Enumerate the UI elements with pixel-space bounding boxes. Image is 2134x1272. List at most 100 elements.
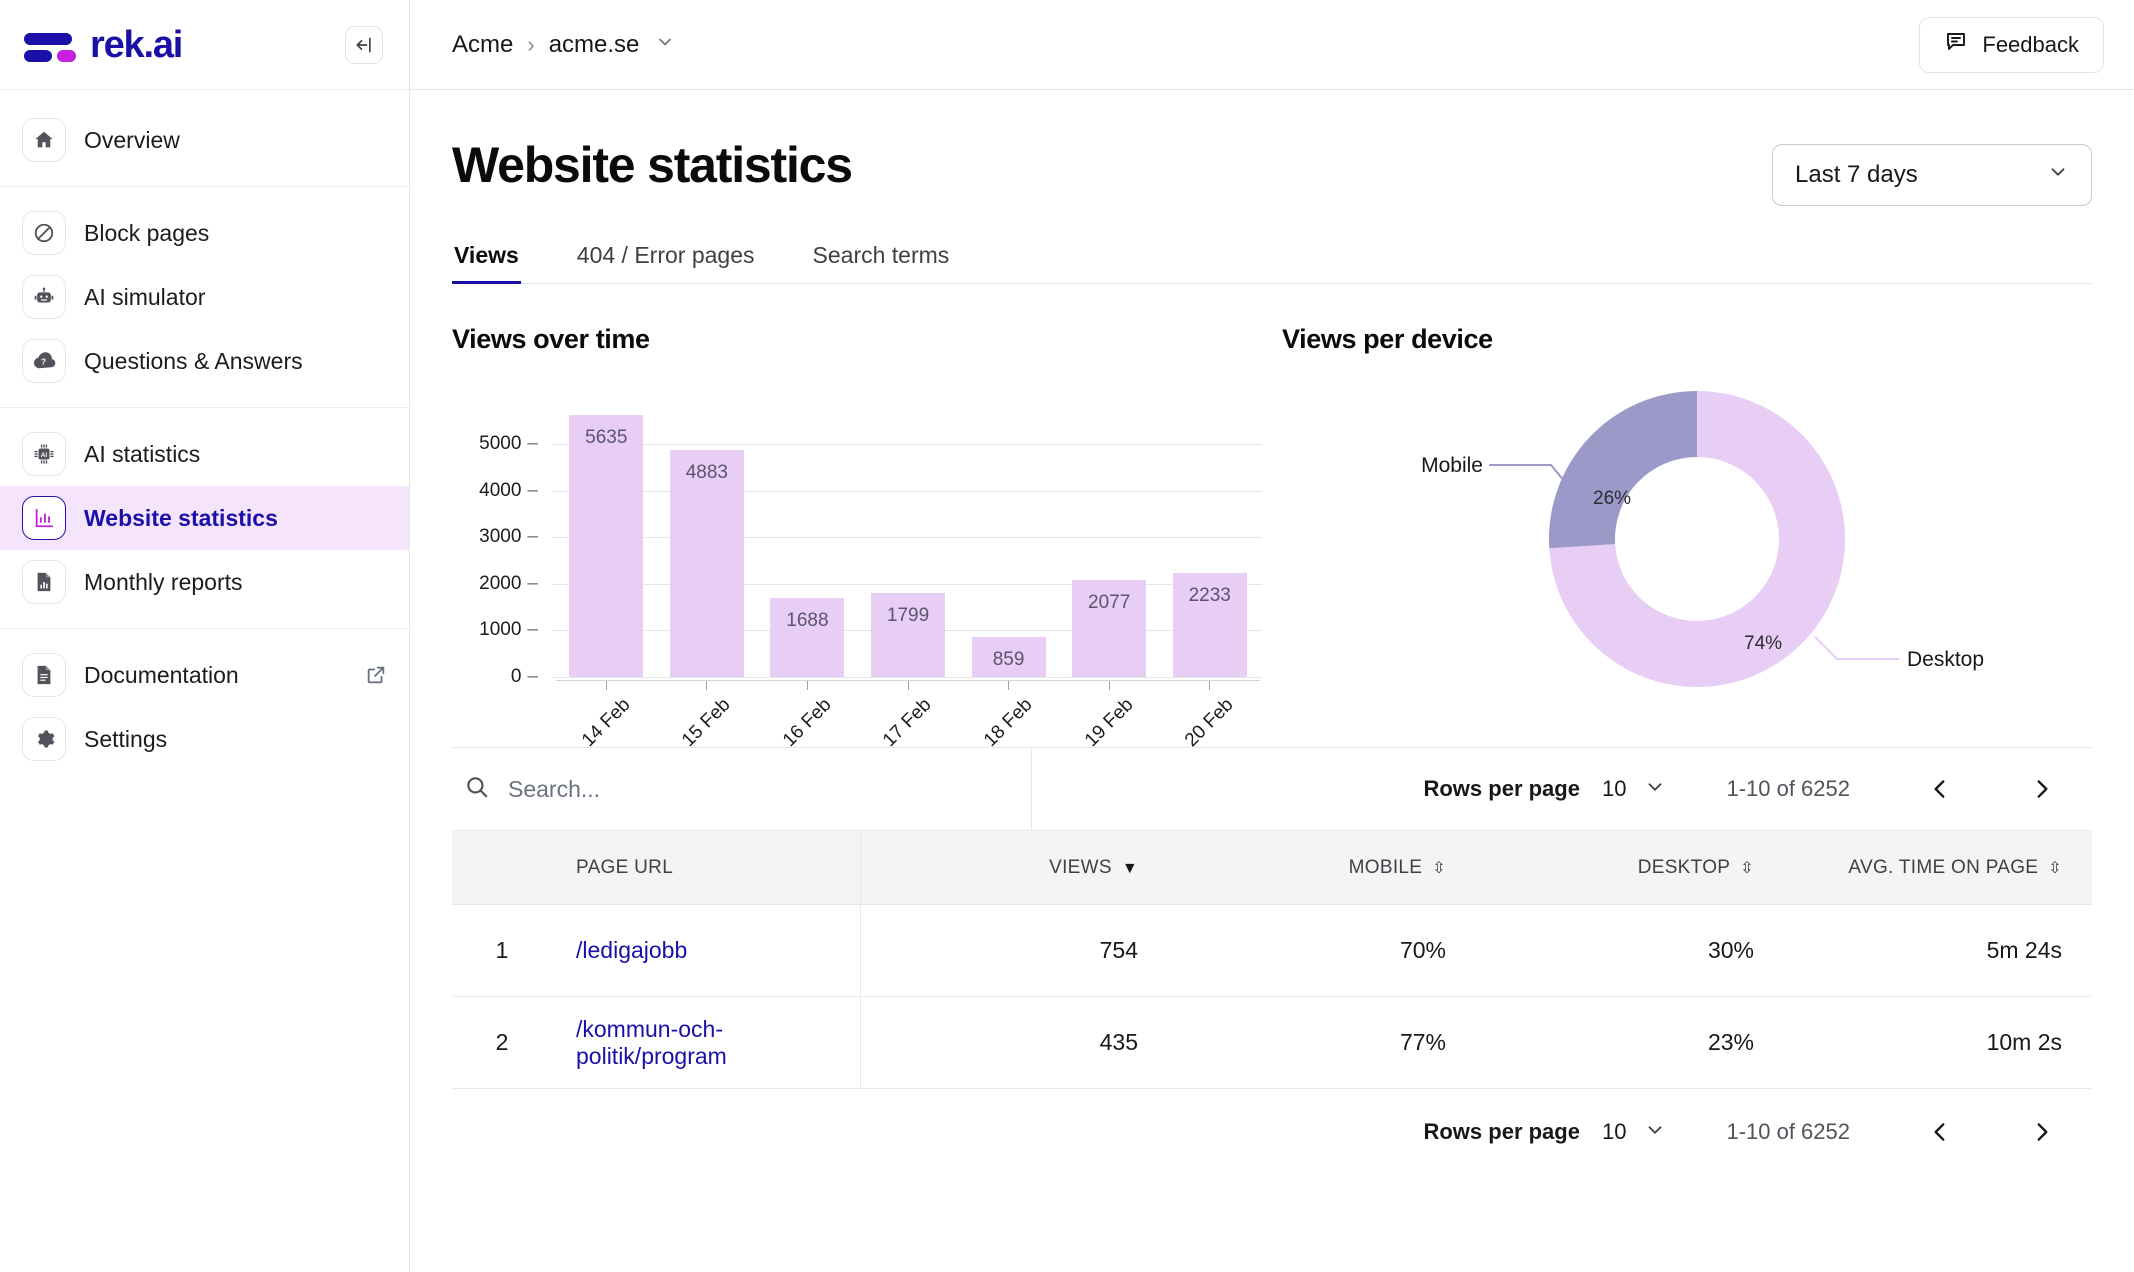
tab-bar: Views 404 / Error pages Search terms <box>452 242 2092 284</box>
x-label-slot: 14 Feb <box>556 681 657 751</box>
x-label-slot: 15 Feb <box>657 681 758 751</box>
donut-svg: 74% 26% Mobile Desktop <box>1421 391 1984 687</box>
sidebar-header: rek.ai <box>0 0 409 90</box>
col-page-url[interactable]: PAGE URL <box>552 830 861 905</box>
row-index: 1 <box>452 904 552 997</box>
breadcrumb-root[interactable]: Acme <box>452 31 513 59</box>
sidebar-item-questions-answers[interactable]: ? Questions & Answers <box>0 329 409 393</box>
bar[interactable]: 859 <box>971 637 1046 677</box>
bar[interactable]: 4883 <box>669 449 744 677</box>
sidebar-item-label: Documentation <box>84 661 239 688</box>
search-icon <box>464 774 490 805</box>
brand-logo[interactable]: rek.ai <box>24 26 183 64</box>
rows-per-page-label: Rows per page <box>1423 776 1580 801</box>
pages-table: PAGE URL VIEWS ▼ MOBILE ⇳ DESKTOP ⇳ AVG. TI… <box>452 830 2092 1089</box>
x-axis-tick-label: 20 Feb <box>1181 694 1238 751</box>
y-axis-tick: 2000– <box>479 572 538 594</box>
tab-views[interactable]: Views <box>452 242 521 284</box>
x-label-slot: 16 Feb <box>757 681 858 751</box>
external-link-icon <box>365 664 387 686</box>
rek-logo-mark-icon <box>24 28 76 62</box>
sidebar-item-ai-simulator[interactable]: AI simulator <box>0 265 409 329</box>
tab-error-pages[interactable]: 404 / Error pages <box>575 242 757 283</box>
chart-title: Views per device <box>1282 324 1493 354</box>
col-mobile-label: MOBILE <box>1348 856 1423 878</box>
col-page-url-label: PAGE URL <box>576 856 674 878</box>
page-content: Website statistics Last 7 days Views 404… <box>410 90 2134 1272</box>
table-row[interactable]: 2/kommun-och-politik/program 435 77% 23% 10m… <box>452 996 2092 1089</box>
search-box[interactable] <box>452 748 1032 830</box>
x-axis-tick-label: 16 Feb <box>778 694 836 751</box>
sidebar-item-settings[interactable]: Settings <box>0 707 409 771</box>
x-tick-mark <box>1008 681 1010 690</box>
row-page-url[interactable]: /ledigajobb <box>552 904 861 997</box>
sidebar-item-block-pages[interactable]: Block pages <box>0 201 409 265</box>
x-label-slot: 17 Feb <box>858 681 959 751</box>
table-footer: Rows per page 10 1-10 of 6252 <box>452 1089 2092 1175</box>
chevron-down-icon[interactable] <box>1644 1119 1666 1146</box>
bar[interactable]: 1688 <box>770 598 845 677</box>
chevron-down-icon[interactable] <box>655 32 675 57</box>
sidebar-item-label: Questions & Answers <box>84 347 303 374</box>
feedback-button[interactable]: Feedback <box>1919 16 2104 73</box>
x-tick-mark <box>1209 681 1211 690</box>
col-index <box>452 830 552 905</box>
bar-slot: 1799 <box>858 407 959 677</box>
page-url-link[interactable]: /ledigajobb <box>576 937 687 963</box>
y-axis-tick: 5000– <box>479 433 538 455</box>
x-axis-tick-label: 18 Feb <box>979 694 1037 751</box>
col-views[interactable]: VIEWS ▼ <box>860 830 1168 905</box>
sidebar-item-label: AI simulator <box>84 283 206 310</box>
col-desktop[interactable]: DESKTOP ⇳ <box>1476 830 1784 905</box>
sidebar-item-ai-statistics[interactable]: AI AI statistics <box>0 422 409 486</box>
pagination-range-text: 1-10 of 6252 <box>1726 776 1850 801</box>
table-row[interactable]: 1/ledigajobb 754 70% 30% 5m 24s <box>452 904 2092 997</box>
bar-slot: 4883 <box>657 407 758 677</box>
breadcrumb-current[interactable]: acme.se <box>549 31 640 59</box>
donut-callout-desktop-line <box>1814 636 1899 660</box>
sidebar-item-website-statistics[interactable]: Website statistics <box>0 486 409 550</box>
collapse-sidebar-button[interactable] <box>345 25 383 64</box>
x-axis-tick-label: 17 Feb <box>879 694 937 751</box>
sidebar-item-monthly-reports[interactable]: Monthly reports <box>0 550 409 614</box>
next-page-button[interactable] <box>2014 776 2070 802</box>
date-range-value: Last 7 days <box>1795 161 1918 188</box>
tab-search-terms[interactable]: Search terms <box>811 242 952 283</box>
sidebar-item-documentation[interactable]: Documentation <box>0 643 409 707</box>
bar[interactable]: 2233 <box>1172 573 1247 677</box>
pages-table-block: Rows per page 10 1-10 of 6252 <box>452 747 2092 1175</box>
sort-both-icon: ⇳ <box>1740 859 1754 877</box>
comment-icon <box>1944 30 1968 60</box>
rows-per-page-value[interactable]: 10 <box>1602 1119 1626 1145</box>
col-avg-time[interactable]: AVG. TIME ON PAGE ⇳ <box>1784 830 2092 905</box>
app-root: rek.ai Overview Block pages AI simulator… <box>0 0 2134 1272</box>
document-icon <box>22 653 66 697</box>
views-per-device-chart: Views per device 74% 26% Mobile Desktop <box>1282 324 2092 691</box>
nav-group-1: Overview <box>0 102 409 178</box>
sidebar-item-overview[interactable]: Overview <box>0 108 409 172</box>
previous-page-button[interactable] <box>1912 776 1968 802</box>
search-input[interactable] <box>508 775 1031 803</box>
sidebar-item-label: Settings <box>84 725 168 752</box>
row-page-url[interactable]: /kommun-och-politik/program <box>552 996 861 1089</box>
report-doc-icon <box>22 560 66 604</box>
chevron-down-icon <box>2047 161 2069 189</box>
page-title: Website statistics <box>452 137 853 193</box>
x-tick-mark <box>907 681 909 690</box>
bar[interactable]: 1799 <box>871 593 946 677</box>
bar-value-label: 859 <box>992 649 1025 671</box>
page-url-link[interactable]: /kommun-och-politik/program <box>576 1016 727 1069</box>
date-range-select[interactable]: Last 7 days <box>1772 144 2092 206</box>
pagination-range-text: 1-10 of 6252 <box>1726 1119 1850 1144</box>
previous-page-button[interactable] <box>1912 1119 1968 1145</box>
bar[interactable]: 5635 <box>569 414 644 677</box>
bar[interactable]: 2077 <box>1072 580 1147 677</box>
donut-plot: 74% 26% Mobile Desktop <box>1282 391 2092 691</box>
rows-per-page-value[interactable]: 10 <box>1602 776 1626 802</box>
sidebar-nav: Overview Block pages AI simulator ? Ques… <box>0 90 409 1272</box>
sidebar-item-label: Website statistics <box>84 504 278 531</box>
col-mobile[interactable]: MOBILE ⇳ <box>1168 830 1476 905</box>
next-page-button[interactable] <box>2014 1119 2070 1145</box>
x-tick-mark <box>1108 681 1110 690</box>
chevron-down-icon[interactable] <box>1644 776 1666 803</box>
